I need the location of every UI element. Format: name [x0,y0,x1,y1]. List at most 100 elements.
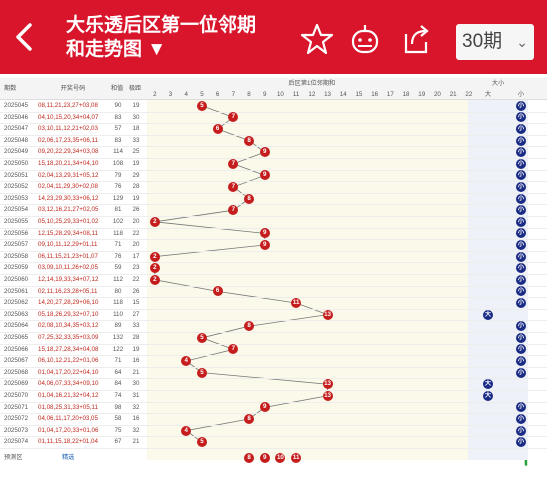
value-ball[interactable]: 9 [259,147,270,158]
issue-cell: 2025048 [4,136,29,144]
numbers-cell: 14,23,29,30,33+06,12 [38,194,99,202]
issue-cell: 2025064 [4,322,29,330]
span-cell: 21 [132,438,140,446]
span-cell: 20 [132,218,140,225]
chevron-down-icon: ⌄ [516,34,528,50]
rear-col-header: 19 [418,91,426,98]
col-issue-header: 期数 [4,85,17,92]
issue-cell: 2025072 [4,415,29,423]
value-ball[interactable]: 5 [196,332,207,343]
issue-cell: 2025070 [4,392,29,399]
sum-cell: 118 [113,299,123,307]
predict-ball[interactable]: 9 [259,453,270,463]
value-ball[interactable]: 13 [322,379,333,390]
star-icon[interactable] [300,22,334,56]
span-cell: 19 [132,345,140,353]
rear-col-header: 20 [433,91,441,98]
numbers-cell: 14,20,27,28,29+06,10 [38,299,99,307]
big-ball[interactable]: 大 [483,309,493,320]
sum-cell: 71 [114,357,122,365]
big-ball[interactable]: 大 [483,390,493,401]
numbers-cell: 02,06,17,23,35+06,11 [38,136,98,144]
value-ball[interactable]: 2 [149,263,160,274]
numbers-cell: 03,12,16,21,27+02,05 [38,206,99,214]
issue-cell: 2025050 [4,160,29,167]
span-cell: 20 [132,241,140,249]
numbers-cell: 12,14,19,33,34+07,12 [38,276,99,283]
span-cell: 18 [132,125,140,133]
rear-col-header: 21 [449,91,457,98]
issue-cell: 2025058 [4,252,29,260]
small-ball[interactable]: 小 [516,425,526,436]
sum-cell: 74 [114,392,122,399]
numbers-cell: 01,04,16,21,32+04,12 [38,392,99,399]
period-selector[interactable]: 30期 ⌄ [456,24,534,60]
share-icon[interactable] [398,22,432,56]
sum-cell: 89 [114,322,122,330]
numbers-cell: 04,10,15,20,34+04,07 [38,113,99,121]
issue-cell: 2025053 [4,194,29,202]
span-cell: 29 [132,171,140,179]
issue-cell: 2025074 [4,438,29,446]
value-ball[interactable]: 8 [244,135,255,146]
issue-cell: 2025073 [4,426,29,434]
sum-cell: 75 [114,426,122,434]
value-ball[interactable]: 2 [149,274,160,285]
value-ball[interactable]: 4 [181,425,192,436]
robot-icon[interactable] [348,22,382,56]
rear-col-header: 15 [355,91,363,98]
col-rear-title: 后区第1位邻期和 [288,80,336,87]
col-big-header: 大 [484,91,492,98]
value-ball[interactable]: 5 [196,100,207,111]
span-cell: 16 [132,415,140,423]
col-span-header: 极距 [128,85,142,92]
rear-col-header: 18 [402,91,410,98]
span-cell: 31 [132,392,140,399]
span-cell: 22 [132,229,140,237]
value-ball[interactable]: 8 [244,414,255,424]
value-ball[interactable]: 13 [322,390,333,401]
small-ball[interactable]: 小 [516,193,526,204]
small-ball[interactable]: 小 [516,298,526,308]
small-ball[interactable]: 小 [516,100,526,111]
value-ball[interactable]: 5 [196,367,207,378]
rear-col-header: 9 [263,91,267,98]
small-ball[interactable]: 小 [516,158,526,169]
back-arrow-icon[interactable] [8,20,42,54]
sum-cell: 118 [113,229,123,237]
value-ball[interactable]: 8 [244,193,255,204]
small-ball[interactable]: 小 [516,135,526,146]
value-ball[interactable]: 2 [149,251,160,262]
trend-table[interactable]: 期数 开奖号码 和值 极距 后区第1位邻期和 大小大小 2 3 4 5 6 7 8 9 10 11 12 13 14… [0,78,547,500]
rear-col-header: 13 [324,91,331,98]
rear-col-header: 10 [276,91,284,98]
span-cell: 19 [132,102,140,109]
numbers-cell: 02,04,11,29,30+02,08 [38,183,98,191]
rear-col-header: 2 [153,91,157,98]
value-ball[interactable]: 13 [322,309,333,320]
small-ball[interactable]: 小 [516,356,526,366]
small-ball[interactable]: 小 [516,414,526,424]
small-ball[interactable]: 小 [516,367,526,378]
page-title[interactable]: 大乐透后区第一位邻期 和走势图 ▼ [66,14,286,62]
small-ball[interactable]: 小 [516,240,526,250]
issue-cell: 2025059 [4,264,29,272]
sum-cell: 129 [112,194,124,202]
small-ball[interactable]: 小 [516,274,526,285]
small-ball[interactable]: 小 [516,182,526,192]
numbers-cell: 06,11,15,21,23+01,07 [38,252,98,260]
sum-cell: 108 [112,160,124,167]
value-ball[interactable]: 6 [212,124,223,134]
sum-cell: 57 [114,125,122,133]
small-ball[interactable]: 小 [516,216,526,227]
numbers-cell: 02,08,10,34,35+03,12 [38,322,99,330]
value-ball[interactable]: 2 [149,216,160,227]
small-ball[interactable]: 小 [516,124,526,134]
issue-cell: 2025049 [4,148,29,156]
value-ball[interactable]: 9 [259,240,270,250]
predict-ball[interactable]: 8 [244,453,255,463]
span-cell: 16 [132,357,140,365]
small-ball[interactable]: 小 [516,332,526,343]
rear-col-header: 14 [339,91,347,98]
small-ball[interactable]: 小 [516,251,526,262]
